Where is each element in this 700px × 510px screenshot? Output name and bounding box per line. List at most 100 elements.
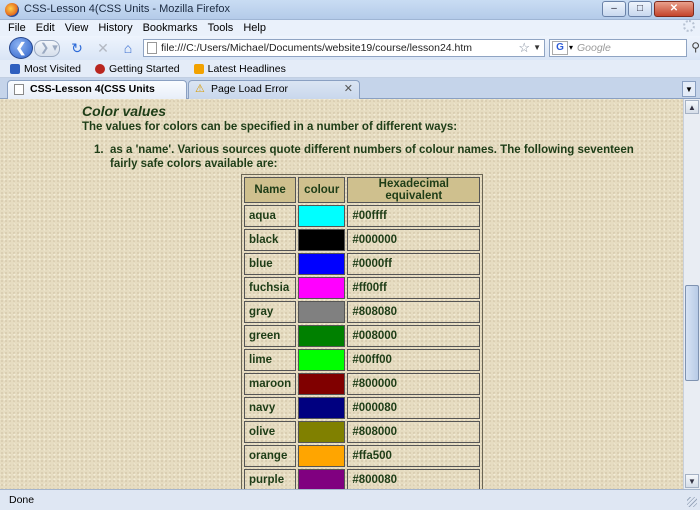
color-swatch-cell	[298, 325, 346, 347]
back-arrow-icon: ❮	[15, 40, 27, 55]
home-button[interactable]: ⌂	[119, 39, 137, 57]
table-row: aqua #00ffff	[244, 205, 481, 227]
color-name-cell: black	[244, 229, 297, 251]
color-name-cell: fuchsia	[244, 277, 297, 299]
hex-value-cell: #008000	[347, 325, 481, 347]
table-row: purple #800080	[244, 469, 481, 489]
color-swatch-cell	[298, 229, 346, 251]
color-swatch	[299, 230, 345, 250]
bookmark-latest-headlines[interactable]: Latest Headlines	[193, 62, 286, 75]
color-table-body: aqua #00ffff black #000000 blue #0000ff fuchsi…	[244, 205, 481, 489]
color-swatch	[299, 278, 345, 298]
table-row: fuchsia #ff00ff	[244, 277, 481, 299]
maximize-button[interactable]: □	[628, 1, 652, 17]
color-swatch	[299, 374, 345, 394]
hex-value-cell: #ff00ff	[347, 277, 481, 299]
scroll-down-button[interactable]: ▼	[685, 474, 699, 488]
color-name-cell: maroon	[244, 373, 297, 395]
table-row: green #008000	[244, 325, 481, 347]
chevron-down-icon: ▼	[688, 477, 696, 486]
search-bar[interactable]: G ▾ Google ⚲	[549, 39, 700, 57]
table-row: black #000000	[244, 229, 481, 251]
column-header-colour: colour	[298, 177, 346, 203]
color-name-cell: navy	[244, 397, 297, 419]
color-name-cell: gray	[244, 301, 297, 323]
color-swatch-cell	[298, 445, 346, 467]
vertical-scrollbar[interactable]: ▲ ▼	[683, 99, 700, 489]
hex-value-cell: #ffa500	[347, 445, 481, 467]
color-swatch	[299, 206, 345, 226]
color-swatch-cell	[298, 301, 346, 323]
menu-edit[interactable]: Edit	[36, 20, 55, 36]
bookmark-star-icon[interactable]: ☆	[518, 40, 530, 56]
scrollbar-thumb[interactable]	[685, 285, 699, 381]
color-swatch-cell	[298, 253, 346, 275]
bookmark-label: Getting Started	[109, 62, 180, 75]
window-controls: – □ ✕	[602, 1, 694, 17]
close-tab-icon[interactable]: ✕	[344, 81, 353, 98]
status-bar: Done	[0, 489, 700, 510]
list-item: 1. as a 'name'. Various sources quote di…	[82, 143, 642, 171]
color-table: Name colour Hexadecimal equivalent aqua #…	[241, 174, 484, 489]
menu-tools[interactable]: Tools	[208, 20, 234, 36]
page-viewport: Color values The values for colors can b…	[0, 99, 683, 489]
search-engine-dropdown-icon[interactable]: ▾	[569, 43, 573, 52]
hex-value-cell: #000000	[347, 229, 481, 251]
bookmark-getting-started[interactable]: Getting Started	[95, 63, 180, 75]
tab-page-load-error[interactable]: ⚠ Page Load Error ✕	[188, 80, 360, 99]
color-name-cell: lime	[244, 349, 297, 371]
menu-help[interactable]: Help	[243, 20, 266, 36]
tab-strip: CSS-Lesson 4(CSS Units ⚠ Page Load Error…	[0, 78, 700, 99]
reload-icon: ↻	[71, 40, 83, 56]
column-header-hex: Hexadecimal equivalent	[347, 177, 481, 203]
column-header-name: Name	[244, 177, 297, 203]
window-title: CSS-Lesson 4(CSS Units - Mozilla Firefox	[24, 3, 231, 15]
color-swatch-cell	[298, 469, 346, 489]
status-text: Done	[9, 494, 35, 506]
url-history-dropdown-icon[interactable]: ▼	[533, 43, 541, 52]
forward-button[interactable]: ❯ ▾	[34, 40, 60, 57]
bookmark-most-visited[interactable]: Most Visited	[10, 63, 81, 75]
color-name-cell: purple	[244, 469, 297, 489]
reload-button[interactable]: ↻	[68, 39, 86, 57]
menu-view[interactable]: View	[65, 20, 89, 36]
color-swatch-cell	[298, 277, 346, 299]
color-swatch	[299, 446, 345, 466]
stop-icon: ✕	[97, 40, 109, 56]
stop-button[interactable]: ✕	[94, 39, 112, 57]
hex-value-cell: #0000ff	[347, 253, 481, 275]
page-icon	[14, 84, 24, 95]
color-swatch-cell	[298, 205, 346, 227]
most-visited-icon	[10, 63, 20, 74]
list-all-tabs-button[interactable]: ▼	[682, 81, 696, 97]
url-text[interactable]: file:///C:/Users/Michael/Documents/websi…	[161, 42, 472, 54]
close-window-button[interactable]: ✕	[654, 1, 694, 17]
table-row: gray #808080	[244, 301, 481, 323]
chevron-up-icon: ▲	[688, 103, 696, 112]
back-button[interactable]: ❮	[9, 37, 33, 59]
color-swatch	[299, 422, 345, 442]
scroll-up-button[interactable]: ▲	[685, 100, 699, 114]
search-input[interactable]: Google	[577, 42, 611, 54]
color-swatch-cell	[298, 349, 346, 371]
list-item-text: as a 'name'. Various sources quote diffe…	[110, 144, 634, 170]
minimize-button[interactable]: –	[602, 1, 626, 17]
color-name-cell: green	[244, 325, 297, 347]
hex-value-cell: #808080	[347, 301, 481, 323]
tab-label: Page Load Error	[211, 83, 289, 95]
color-swatch-cell	[298, 397, 346, 419]
resize-grip-icon[interactable]	[687, 497, 697, 507]
menu-history[interactable]: History	[98, 20, 132, 36]
section-heading: Color values	[82, 103, 167, 119]
menu-bookmarks[interactable]: Bookmarks	[143, 20, 198, 36]
menu-file[interactable]: File	[8, 20, 26, 36]
menu-bar: File Edit View History Bookmarks Tools H…	[0, 20, 700, 36]
table-row: lime #00ff00	[244, 349, 481, 371]
bookmark-label: Latest Headlines	[207, 62, 286, 75]
url-bar[interactable]: file:///C:/Users/Michael/Documents/websi…	[143, 39, 545, 57]
firefox-icon	[5, 3, 19, 17]
search-engine-icon[interactable]: G	[552, 41, 568, 55]
color-swatch	[299, 254, 345, 274]
search-icon[interactable]: ⚲	[691, 40, 700, 54]
tab-css-lesson[interactable]: CSS-Lesson 4(CSS Units	[7, 80, 187, 99]
